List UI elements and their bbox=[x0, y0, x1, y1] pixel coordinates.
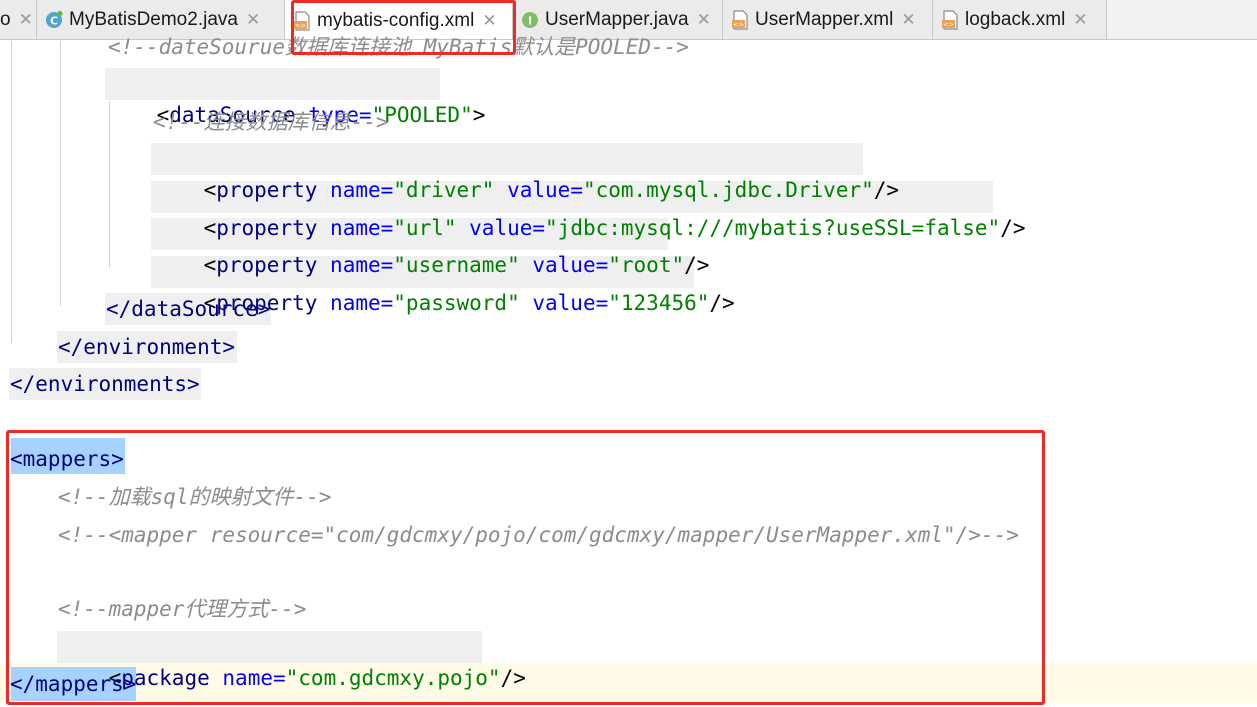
svg-text:<>: <> bbox=[943, 21, 954, 29]
code-line-environments-close: </environments> bbox=[10, 372, 200, 396]
java-class-icon: C bbox=[46, 11, 63, 28]
tab-label: MyBatisDemo2.java bbox=[69, 9, 238, 30]
xml-file-icon: <> bbox=[942, 10, 958, 30]
attr-value: "123456" bbox=[608, 291, 710, 315]
tag-bracket: /> bbox=[709, 291, 735, 315]
xml-file-icon: <> bbox=[732, 10, 748, 30]
tab-usermapper-xml[interactable]: <> UserMapper.xml ✕ bbox=[723, 0, 933, 39]
close-icon[interactable]: ✕ bbox=[697, 10, 711, 30]
attr-name: name bbox=[330, 291, 381, 315]
code-comment: <!--连接数据库信息--> bbox=[153, 110, 389, 134]
close-icon[interactable]: ✕ bbox=[19, 10, 33, 30]
tag-bracket: > bbox=[472, 103, 486, 127]
attr-value: "password" bbox=[393, 291, 520, 315]
close-icon[interactable]: ✕ bbox=[1073, 10, 1087, 30]
annotation-box-mappers bbox=[6, 430, 1045, 705]
annotation-box-active-tab bbox=[291, 0, 516, 55]
tab-partial[interactable]: o ✕ bbox=[0, 0, 37, 39]
attr-name: value bbox=[532, 291, 596, 315]
tab-label: o bbox=[0, 9, 11, 30]
code-line-environment-close: </environment> bbox=[58, 335, 236, 359]
close-icon[interactable]: ✕ bbox=[901, 10, 915, 30]
code-line-property-password: <property name="password" value="123456"… bbox=[203, 291, 735, 315]
code-line-datasource-close: </dataSource> bbox=[106, 297, 271, 321]
tag-bracket: /> bbox=[1000, 216, 1026, 240]
java-interface-icon: I bbox=[522, 12, 538, 28]
close-icon[interactable]: ✕ bbox=[246, 10, 260, 30]
tab-label: UserMapper.java bbox=[545, 9, 689, 30]
code-line-property-driver: <property name="driver" value="com.mysql… bbox=[203, 178, 900, 202]
svg-text:I: I bbox=[528, 15, 532, 28]
tab-label: logback.xml bbox=[965, 9, 1066, 30]
code-line-property-username: <property name="username" value="root"/> bbox=[203, 253, 710, 277]
tab-label: UserMapper.xml bbox=[755, 9, 894, 30]
svg-text:<>: <> bbox=[733, 21, 744, 29]
tab-logback-xml[interactable]: <> logback.xml ✕ bbox=[933, 0, 1107, 39]
indent-guide bbox=[60, 41, 61, 306]
svg-text:C: C bbox=[50, 15, 58, 28]
code-line-property-url: <property name="url" value="jdbc:mysql:/… bbox=[203, 216, 1026, 240]
code-line-datasource-open: <dataSource type="POOLED"> bbox=[106, 69, 486, 127]
indent-guide bbox=[11, 41, 12, 343]
